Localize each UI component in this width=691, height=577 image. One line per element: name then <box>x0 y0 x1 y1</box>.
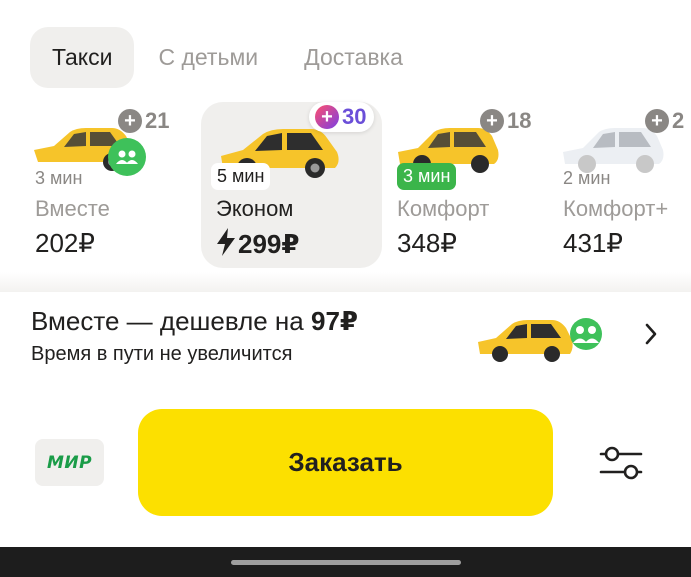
car-image <box>476 316 604 369</box>
service-tabs: Такси С детьми Доставка <box>30 27 425 88</box>
tab-with-kids[interactable]: С детьми <box>136 27 280 88</box>
tariff-price: 348₽ <box>397 228 457 258</box>
home-indicator[interactable] <box>231 560 461 565</box>
tariff-name: Комфорт <box>397 196 490 221</box>
plus-points-badge: + 2 <box>645 106 684 136</box>
tariff-eta: 2 мин <box>563 168 611 188</box>
options-sliders-icon[interactable] <box>598 443 644 483</box>
tariff-name: Эконом <box>216 196 294 221</box>
plus-points-badge: + 21 <box>118 106 169 136</box>
divider <box>0 272 691 292</box>
tariff-eta: 3 мин <box>397 163 457 190</box>
tariff-price: 431₽ <box>563 228 623 258</box>
tariff-eta: 3 мин <box>35 168 83 188</box>
mir-logo: МИР <box>46 452 93 473</box>
tariff-carousel: + 21 3 мин Вместе 202₽ + 30 5 мин Эконом… <box>0 102 691 274</box>
group-icon <box>108 138 146 176</box>
order-button[interactable]: Заказать <box>138 409 553 516</box>
tariff-card-economy[interactable]: + 30 5 мин Эконом 299₽ <box>201 102 382 268</box>
tariff-eta: 5 мин <box>211 163 271 190</box>
plus-icon: + <box>315 105 339 129</box>
plus-points-badge: + 18 <box>480 106 531 136</box>
tariff-card-comfort[interactable]: + 18 3 мин Комфорт 348₽ <box>392 102 552 268</box>
together-promo[interactable]: Вместе — дешевле на 97₽ Время в пути не … <box>0 290 691 385</box>
tariff-card-comfort-plus[interactable]: + 2 2 мин Комфорт+ 431₽ <box>557 102 691 268</box>
promo-title: Вместе — дешевле на 97₽ <box>31 306 358 336</box>
plus-icon: + <box>480 109 504 133</box>
promo-subtitle: Время в пути не увеличится <box>31 343 293 365</box>
system-navigation-bar <box>0 547 691 577</box>
tariff-price: 299₽ <box>216 228 299 263</box>
chevron-right-icon <box>644 323 658 350</box>
tab-delivery[interactable]: Доставка <box>282 27 425 88</box>
plus-icon: + <box>118 109 142 133</box>
payment-method-button[interactable]: МИР <box>35 439 104 486</box>
plus-points-badge: + 30 <box>309 102 375 132</box>
tariff-price: 202₽ <box>35 228 95 258</box>
bolt-icon <box>216 228 236 263</box>
tariff-card-together[interactable]: + 21 3 мин Вместе 202₽ <box>0 102 190 268</box>
tariff-name: Комфорт+ <box>563 196 669 221</box>
tab-taxi[interactable]: Такси <box>30 27 135 88</box>
plus-icon: + <box>645 109 669 133</box>
tariff-name: Вместе <box>35 196 110 221</box>
